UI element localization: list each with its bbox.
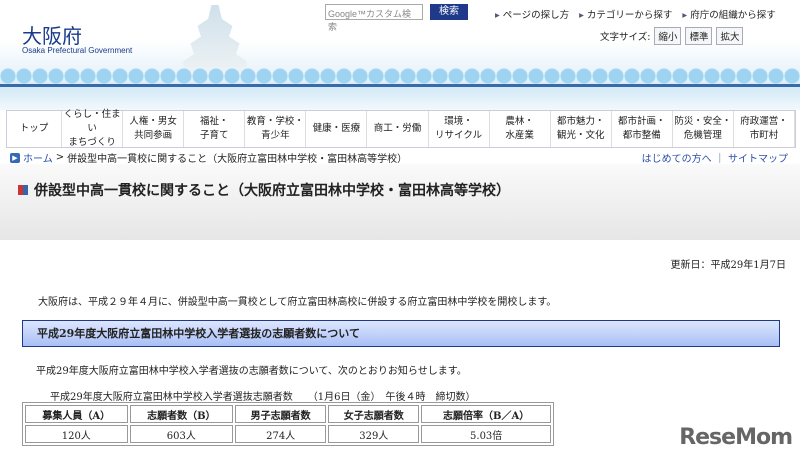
search-button[interactable]: 検索 <box>430 4 468 20</box>
nav-item[interactable]: 人権・男女 共同参画 <box>123 111 185 147</box>
font-size-small-button[interactable]: 縮小 <box>654 27 682 45</box>
breadcrumb-separator: > <box>55 152 65 163</box>
table-cell: 5.03倍 <box>421 425 551 443</box>
font-size-label: 文字サイズ: <box>600 32 651 43</box>
resemom-watermark: ReseMom <box>679 425 793 450</box>
table-row: 120人 603人 274人 329人 5.03倍 <box>25 425 551 443</box>
section-text: 平成29年度大阪府立富田林中学校入学者選抜の志願者数について、次のとおりお知らせ… <box>36 366 467 377</box>
applicants-table: 募集人員（A） 志願者数（B） 男子志願者数 女子志願者数 志願倍率（B／A） … <box>22 402 554 446</box>
link-organization[interactable]: 府庁の組織から探す <box>682 7 776 21</box>
nav-item[interactable]: 都市計画・ 都市整備 <box>612 111 673 147</box>
first-time-link[interactable]: はじめての方へ <box>642 154 712 165</box>
sitemap-link[interactable]: サイトマップ <box>728 154 788 165</box>
table-header: 女子志願者数 <box>328 405 420 423</box>
site-header: 大阪府 Osaka Prefectural Government Google™… <box>0 0 800 110</box>
page-title: 併設型中高一貫校に関すること（大阪府立富田林中学校・富田林高等学校） <box>18 180 510 200</box>
nav-item[interactable]: 農林・ 水産業 <box>490 111 551 147</box>
table-cell: 120人 <box>25 425 128 443</box>
nav-item[interactable]: 教育・学校・ 青少年 <box>245 111 307 147</box>
table-cell: 603人 <box>129 425 234 443</box>
nav-item[interactable]: 防災・安全・ 危機管理 <box>673 111 734 147</box>
nav-item[interactable]: 府政運営・ 市町村 <box>734 111 795 147</box>
font-size-large-button[interactable]: 拡大 <box>716 27 744 45</box>
table-cell: 274人 <box>235 425 327 443</box>
main-nav: トップ くらし・住まい まちづくり 人権・男女 共同参画 福祉・ 子育て 教育・… <box>6 109 796 148</box>
nav-item[interactable]: トップ <box>7 111 63 147</box>
section-heading: 平成29年度大阪府立富田林中学校入学者選抜の志願者数について <box>22 320 780 347</box>
site-logo-subtitle: Osaka Prefectural Government <box>22 46 133 55</box>
nav-item[interactable]: 商工・労働 <box>367 111 429 147</box>
table-header: 募集人員（A） <box>25 405 128 423</box>
table-header: 志願倍率（B／A） <box>421 405 551 423</box>
breadcrumb-current: 併設型中高一貫校に関すること（大阪府立富田林中学校・富田林高等学校） <box>67 154 408 165</box>
breadcrumb: ▶ ホーム > 併設型中高一貫校に関すること（大阪府立富田林中学校・富田林高等学… <box>10 150 407 165</box>
nav-item[interactable]: 福祉・ 子育て <box>184 111 246 147</box>
table-caption: 平成29年度大阪府立富田林中学校入学者選抜志願者数 （1月6日（金） 午後４時 … <box>50 392 476 403</box>
font-size-standard-button[interactable]: 標準 <box>685 27 713 45</box>
nav-item[interactable]: 健康・医療 <box>306 111 368 147</box>
tree-illustration <box>0 62 800 84</box>
link-page-search[interactable]: ページの探し方 <box>495 7 569 21</box>
nav-item[interactable]: 環境・ リサイクル <box>429 111 490 147</box>
arrow-icon: ▶ <box>10 152 20 163</box>
search-input[interactable]: Google™カスタム検索 <box>325 4 423 32</box>
updated-date: 更新日：平成29年1月7日 <box>670 260 786 271</box>
page-title-text: 併設型中高一貫校に関すること（大阪府立富田林中学校・富田林高等学校） <box>34 183 510 199</box>
link-category[interactable]: カテゴリーから探す <box>579 7 673 21</box>
title-bullet-icon <box>18 185 28 195</box>
site-logo[interactable]: 大阪府 <box>22 20 82 49</box>
table-cell: 329人 <box>328 425 420 443</box>
header-divider <box>0 84 800 87</box>
nav-item[interactable]: くらし・住まい まちづくり <box>62 109 124 148</box>
intro-text: 大阪府は、平成２９年４月に、併設型中高一貫校として府立富田林高校に併設する府立富… <box>38 297 557 308</box>
breadcrumb-home[interactable]: ホーム <box>23 150 53 165</box>
nav-item[interactable]: 都市魅力・ 観光・文化 <box>551 111 612 147</box>
table-header: 志願者数（B） <box>129 405 234 423</box>
title-band <box>0 164 800 240</box>
table-header-row: 募集人員（A） 志願者数（B） 男子志願者数 女子志願者数 志願倍率（B／A） <box>25 405 551 423</box>
table-header: 男子志願者数 <box>235 405 327 423</box>
